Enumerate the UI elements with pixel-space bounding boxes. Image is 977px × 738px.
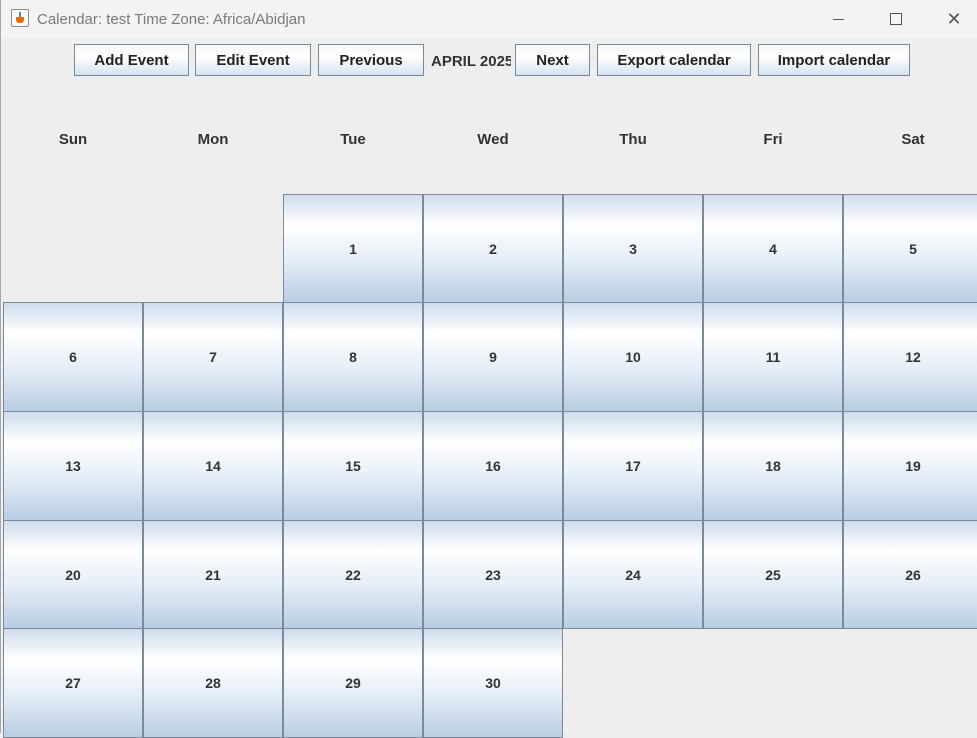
- day-cell[interactable]: 25: [703, 520, 843, 629]
- day-cell[interactable]: 2: [423, 194, 563, 303]
- minimize-icon: [832, 18, 844, 20]
- day-cell[interactable]: 24: [563, 520, 703, 629]
- weekday-header-sat: Sat: [901, 131, 925, 148]
- day-cell[interactable]: 12: [843, 302, 977, 412]
- day-cell[interactable]: 21: [143, 520, 283, 629]
- day-cell[interactable]: 16: [423, 411, 563, 521]
- day-cell[interactable]: 26: [843, 520, 977, 629]
- maximize-button[interactable]: [867, 0, 925, 38]
- export-calendar-button[interactable]: Export calendar: [597, 44, 751, 76]
- day-cell[interactable]: 5: [843, 194, 977, 303]
- day-cell[interactable]: 11: [703, 302, 843, 412]
- maximize-icon: [890, 13, 902, 25]
- weekday-header-mon: Mon: [197, 131, 229, 148]
- next-button[interactable]: Next: [515, 44, 590, 76]
- day-cell[interactable]: 1: [283, 194, 423, 303]
- day-cell[interactable]: 8: [283, 302, 423, 412]
- day-cell[interactable]: 22: [283, 520, 423, 629]
- day-cell[interactable]: 14: [143, 411, 283, 521]
- day-cell[interactable]: 20: [3, 520, 143, 629]
- day-cell[interactable]: 19: [843, 411, 977, 521]
- day-cell[interactable]: 30: [423, 628, 563, 738]
- weekday-header-wed: Wed: [477, 131, 509, 148]
- cup-shape: [16, 17, 24, 23]
- day-cell[interactable]: 10: [563, 302, 703, 412]
- day-cell[interactable]: 9: [423, 302, 563, 412]
- month-label: APRIL 2025: [431, 53, 511, 70]
- close-icon: ✕: [946, 9, 962, 29]
- day-cell[interactable]: 18: [703, 411, 843, 521]
- day-cell[interactable]: 29: [283, 628, 423, 738]
- day-cell[interactable]: 3: [563, 194, 703, 303]
- weekday-header-tue: Tue: [340, 131, 366, 148]
- close-button[interactable]: ✕: [925, 0, 977, 38]
- minimize-button[interactable]: [809, 0, 867, 38]
- previous-button[interactable]: Previous: [318, 44, 424, 76]
- weekday-header-sun: Sun: [58, 131, 88, 148]
- day-cell[interactable]: 15: [283, 411, 423, 521]
- toolbar: Add Event Edit Event Previous APRIL 2025…: [1, 38, 977, 82]
- weekday-header-thu: Thu: [619, 131, 647, 148]
- day-cell[interactable]: 28: [143, 628, 283, 738]
- java-cup-icon: [11, 9, 29, 27]
- day-cell[interactable]: 27: [3, 628, 143, 738]
- day-cell[interactable]: 4: [703, 194, 843, 303]
- add-event-button[interactable]: Add Event: [74, 44, 189, 76]
- title-bar[interactable]: Calendar: test Time Zone: Africa/Abidjan…: [1, 0, 977, 38]
- day-cell[interactable]: 6: [3, 302, 143, 412]
- day-cell[interactable]: 17: [563, 411, 703, 521]
- window-title: Calendar: test Time Zone: Africa/Abidjan: [37, 11, 306, 28]
- edit-event-button[interactable]: Edit Event: [195, 44, 311, 76]
- import-calendar-button[interactable]: Import calendar: [758, 44, 910, 76]
- day-cell[interactable]: 13: [3, 411, 143, 521]
- day-cell[interactable]: 7: [143, 302, 283, 412]
- weekday-header-fri: Fri: [763, 131, 783, 148]
- calendar-window: Calendar: test Time Zone: Africa/Abidjan…: [0, 0, 977, 738]
- day-cell[interactable]: 23: [423, 520, 563, 629]
